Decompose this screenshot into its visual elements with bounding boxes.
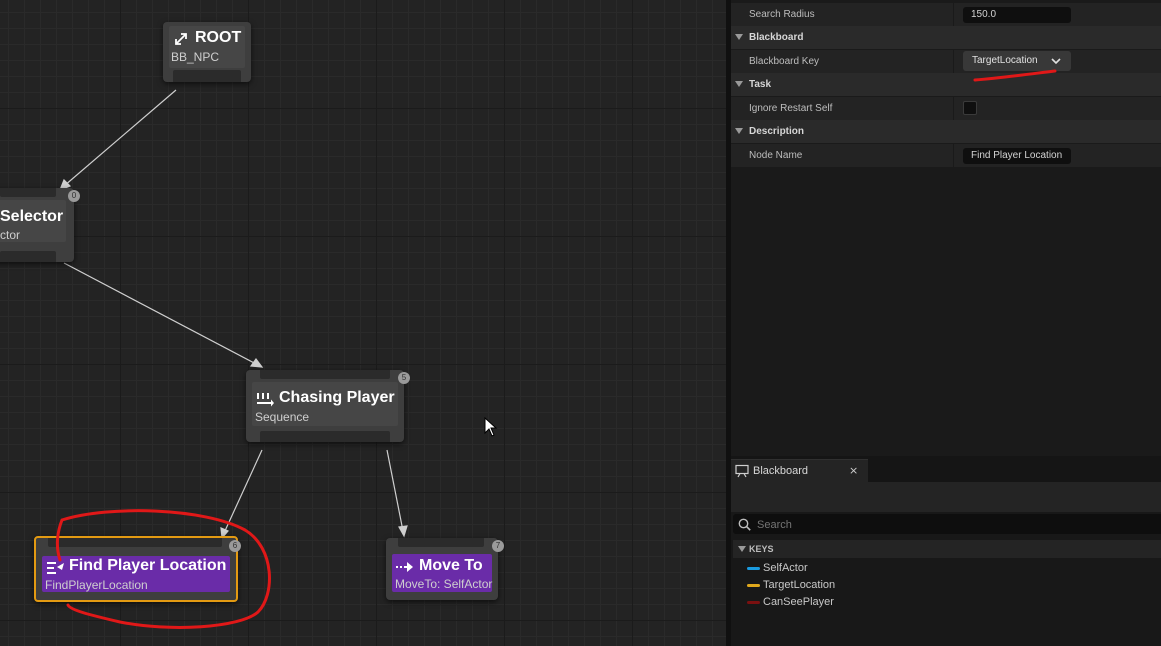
selector-node-index-badge: 0 (68, 190, 80, 202)
task-category-label: Task (749, 79, 772, 90)
ignore-restart-self-row: Ignore Restart Self (731, 97, 1161, 121)
root-node-title: ROOT (195, 29, 242, 46)
keys-section-label: KEYS (749, 544, 774, 554)
move-to-node-title: Move To (419, 557, 483, 574)
move-to-index-badge: 7 (492, 540, 504, 552)
root-node-subtitle: BB_NPC (171, 50, 220, 64)
details-panel: Search Radius 150.0 Blackboard Blackboar… (731, 0, 1161, 456)
chasing-player-index-badge: 5 (398, 372, 410, 384)
chevron-down-icon (1051, 58, 1061, 65)
row-divider (953, 3, 954, 26)
chasing-player-node-subtitle: Sequence (255, 410, 310, 424)
task-category[interactable]: Task (731, 73, 1161, 96)
behavior-tree-graph[interactable]: ROOT BB_NPC Selector ctor 0 Chasing Play… (0, 0, 726, 646)
find-player-location-node[interactable]: Find Player Location FindPlayerLocation (34, 536, 238, 602)
blackboard-key-value: TargetLocation (972, 55, 1038, 66)
blackboard-tab-label: Blackboard (753, 465, 809, 477)
key-type-swatch (747, 584, 760, 587)
node-name-label: Node Name (749, 150, 803, 161)
blackboard-panel: Blackboard × KEYS SelfActor TargetLocati… (731, 456, 1161, 646)
blackboard-key-name: SelfActor (763, 562, 808, 574)
ignore-restart-self-label: Ignore Restart Self (749, 103, 833, 114)
blackboard-board-icon (735, 464, 749, 478)
blackboard-key-name: CanSeePlayer (763, 596, 834, 608)
sequence-icon (257, 393, 274, 407)
blackboard-key-label: Blackboard Key (749, 56, 820, 67)
collapse-arrow-icon (735, 34, 743, 40)
blackboard-search-input[interactable] (755, 514, 1159, 536)
find-player-location-node-subtitle: FindPlayerLocation (45, 578, 148, 592)
blackboard-category[interactable]: Blackboard (731, 26, 1161, 49)
collapse-arrow-icon (735, 81, 743, 87)
search-radius-field[interactable]: 150.0 (963, 7, 1071, 23)
chasing-player-node-title: Chasing Player (279, 389, 395, 406)
blackboard-key-row: Blackboard Key TargetLocation (731, 50, 1161, 74)
selector-node[interactable]: Selector ctor (0, 188, 74, 262)
row-divider (953, 50, 954, 73)
blackboard-tab-bar: Blackboard × (731, 456, 1161, 483)
selector-node-title: Selector (0, 208, 64, 225)
mouse-cursor-icon (484, 417, 498, 437)
search-icon (738, 518, 751, 531)
collapse-arrow-icon (738, 546, 746, 552)
blackboard-category-label: Blackboard (749, 32, 804, 43)
root-node[interactable]: ROOT BB_NPC (163, 22, 251, 82)
search-radius-label: Search Radius (749, 9, 815, 20)
selector-node-subtitle: ctor (0, 228, 21, 242)
task-list-icon (47, 562, 64, 574)
find-player-location-index-badge: 6 (229, 540, 241, 552)
blackboard-key-name: TargetLocation (763, 579, 836, 591)
close-icon[interactable]: × (849, 460, 858, 482)
collapse-arrow-icon (735, 128, 743, 134)
blackboard-key-dropdown[interactable]: TargetLocation (963, 51, 1071, 71)
blackboard-tab[interactable]: Blackboard × (731, 459, 868, 483)
key-type-swatch (747, 601, 760, 604)
row-divider (953, 97, 954, 120)
find-player-location-node-title: Find Player Location (69, 557, 227, 574)
chasing-player-node[interactable]: Chasing Player Sequence (246, 370, 404, 442)
node-name-row: Node Name Find Player Location (731, 144, 1161, 168)
blackboard-toolbar (731, 482, 1161, 512)
ignore-restart-self-checkbox[interactable] (963, 101, 977, 115)
description-category[interactable]: Description (731, 120, 1161, 143)
description-category-label: Description (749, 126, 805, 137)
root-arrows-icon (175, 33, 187, 45)
node-name-field[interactable]: Find Player Location (963, 148, 1071, 164)
blackboard-search-box[interactable] (733, 514, 1161, 536)
search-radius-row: Search Radius 150.0 (731, 3, 1161, 27)
move-to-node-subtitle: MoveTo: SelfActor (395, 577, 493, 591)
keys-section-header[interactable]: KEYS (733, 540, 1161, 558)
row-divider (953, 144, 954, 167)
move-to-arrow-icon (396, 562, 413, 572)
move-to-node[interactable]: Move To MoveTo: SelfActor (386, 538, 498, 600)
key-type-swatch (747, 567, 760, 570)
